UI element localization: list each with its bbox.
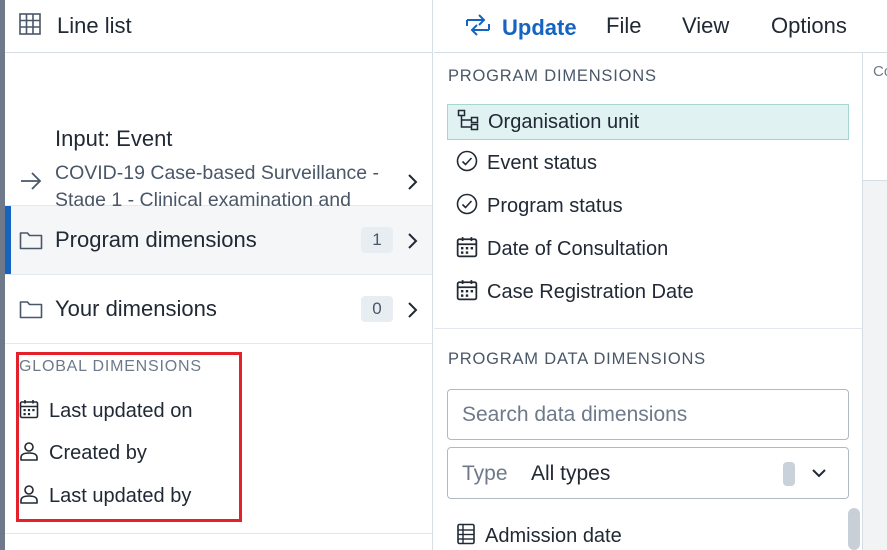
data-element-icon xyxy=(456,523,476,550)
visualization-type-selector[interactable]: Line list xyxy=(5,0,432,53)
type-select[interactable]: Type All types xyxy=(447,447,849,499)
search-data-dimensions-input[interactable]: Search data dimensions xyxy=(447,389,849,440)
clear-indicator xyxy=(783,462,795,486)
update-button[interactable]: Update xyxy=(454,12,577,44)
folder-icon xyxy=(19,230,43,255)
dimension-label: Case Registration Date xyxy=(487,280,694,303)
app-root: Line list Input: Event COVID-19 Case-bas… xyxy=(0,0,887,550)
menu-options[interactable]: Options xyxy=(771,13,847,39)
section-heading: PROGRAM DIMENSIONS xyxy=(448,67,657,85)
chevron-right-icon xyxy=(406,173,418,196)
check-circle-icon xyxy=(456,193,478,220)
dimension-date-of-consultation[interactable]: Date of Consultation xyxy=(447,231,849,267)
calendar-icon xyxy=(456,236,478,263)
check-circle-icon xyxy=(456,150,478,177)
menu-bar: Update File View Options xyxy=(434,0,887,53)
folder-icon xyxy=(19,299,43,324)
count-badge: 0 xyxy=(361,296,393,322)
layout-header-text: Co xyxy=(873,63,887,80)
nav-item-your-dimensions[interactable]: Your dimensions 0 xyxy=(5,275,432,344)
type-select-value: All types xyxy=(531,462,611,485)
layout-area: Co xyxy=(862,53,887,550)
table-grid-icon xyxy=(19,12,41,40)
active-indicator xyxy=(5,206,11,274)
dimension-case-registration-date[interactable]: Case Registration Date xyxy=(447,274,849,310)
visualization-type-label: Line list xyxy=(57,13,132,38)
section-heading: PROGRAM DATA DIMENSIONS xyxy=(448,350,706,368)
nav-item-label: Your dimensions xyxy=(55,296,217,321)
sync-icon xyxy=(464,12,492,44)
input-heading: Input: Event xyxy=(55,126,173,151)
chevron-right-icon xyxy=(406,232,418,255)
menu-file[interactable]: File xyxy=(606,13,641,39)
dimension-label: Program status xyxy=(487,194,623,217)
chevron-down-icon xyxy=(811,465,827,486)
search-placeholder: Search data dimensions xyxy=(462,402,688,426)
menu-view[interactable]: View xyxy=(682,13,729,39)
scrollbar-thumb[interactable] xyxy=(848,508,860,550)
count-badge: 1 xyxy=(361,227,393,253)
highlight-box xyxy=(16,352,242,522)
input-selector[interactable]: Input: Event COVID-19 Case-based Surveil… xyxy=(5,53,432,237)
nav-item-program-dimensions[interactable]: Program dimensions 1 xyxy=(5,206,432,275)
divider xyxy=(5,533,433,534)
layout-header: Co xyxy=(863,53,887,181)
dimension-event-status[interactable]: Event status xyxy=(447,145,849,181)
type-select-label: Type xyxy=(462,462,508,485)
nav-item-label: Program dimensions xyxy=(55,227,257,252)
arrow-right-icon xyxy=(19,171,43,196)
calendar-icon xyxy=(456,279,478,306)
update-label: Update xyxy=(502,15,577,40)
chevron-right-icon xyxy=(406,301,418,324)
program-dimensions-panel: PROGRAM DIMENSIONS Organisation unit Eve… xyxy=(434,53,862,550)
dimension-label: Organisation unit xyxy=(488,110,640,133)
divider xyxy=(434,328,862,329)
dimension-program-status[interactable]: Program status xyxy=(447,188,849,224)
dimension-organisation-unit[interactable]: Organisation unit xyxy=(447,104,849,140)
org-unit-tree-icon xyxy=(457,109,479,136)
dimension-admission-date[interactable]: Admission date xyxy=(447,518,849,550)
dimension-label: Event status xyxy=(487,151,598,174)
dimension-label: Date of Consultation xyxy=(487,237,669,260)
dimension-label: Admission date xyxy=(485,524,622,547)
